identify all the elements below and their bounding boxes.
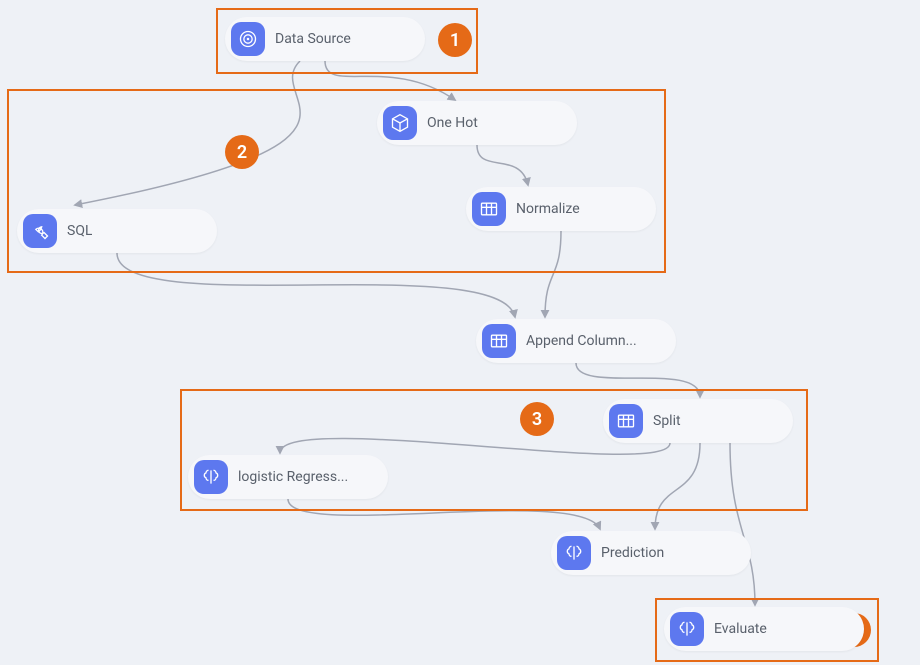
node-one-hot[interactable]: One Hot [377,101,577,145]
brain-icon [557,536,591,570]
node-evaluate[interactable]: Evaluate [664,607,864,651]
node-label: One Hot [427,115,478,131]
brain-icon [670,612,704,646]
node-label: Split [653,413,681,429]
brain-icon [194,460,228,494]
node-data-source[interactable]: Data Source [225,17,425,61]
connections-layer [0,0,920,665]
node-split[interactable]: Split [603,399,793,443]
table-icon [609,404,643,438]
edge-append-split [576,363,700,397]
edge-datasource-onehot [325,61,455,100]
group-2-badge: 2 [225,135,259,169]
edge-sql-append [117,253,515,317]
wrench-icon [23,214,57,248]
group-3-badge: 3 [520,402,554,436]
node-label: Normalize [516,201,580,217]
cube-icon [383,106,417,140]
target-icon [231,22,265,56]
node-logistic-regression[interactable]: logistic Regress... [188,455,388,499]
node-label: SQL [67,223,92,239]
table-icon [482,324,516,358]
group-1-badge: 1 [438,23,472,57]
table-icon [472,192,506,226]
node-normalize[interactable]: Normalize [466,187,656,231]
node-label: Evaluate [714,621,767,637]
node-sql[interactable]: SQL [17,209,217,253]
edge-split-evaluate [730,443,755,605]
node-prediction[interactable]: Prediction [551,531,751,575]
edge-onehot-normalize [477,145,528,185]
node-label: Prediction [601,545,664,561]
node-label: logistic Regress... [238,469,348,485]
workflow-canvas[interactable]: 1 2 3 4 Data Source One Hot SQL Normaliz… [0,0,920,665]
edge-datasource-sql [75,61,300,205]
edge-split-logistic [280,438,670,454]
edge-normalize-append [545,231,561,317]
edge-split-prediction [655,443,700,529]
edge-logistic-prediction [288,499,600,529]
node-label: Append Column... [526,333,637,349]
node-append-column[interactable]: Append Column... [476,319,676,363]
node-label: Data Source [275,31,351,47]
